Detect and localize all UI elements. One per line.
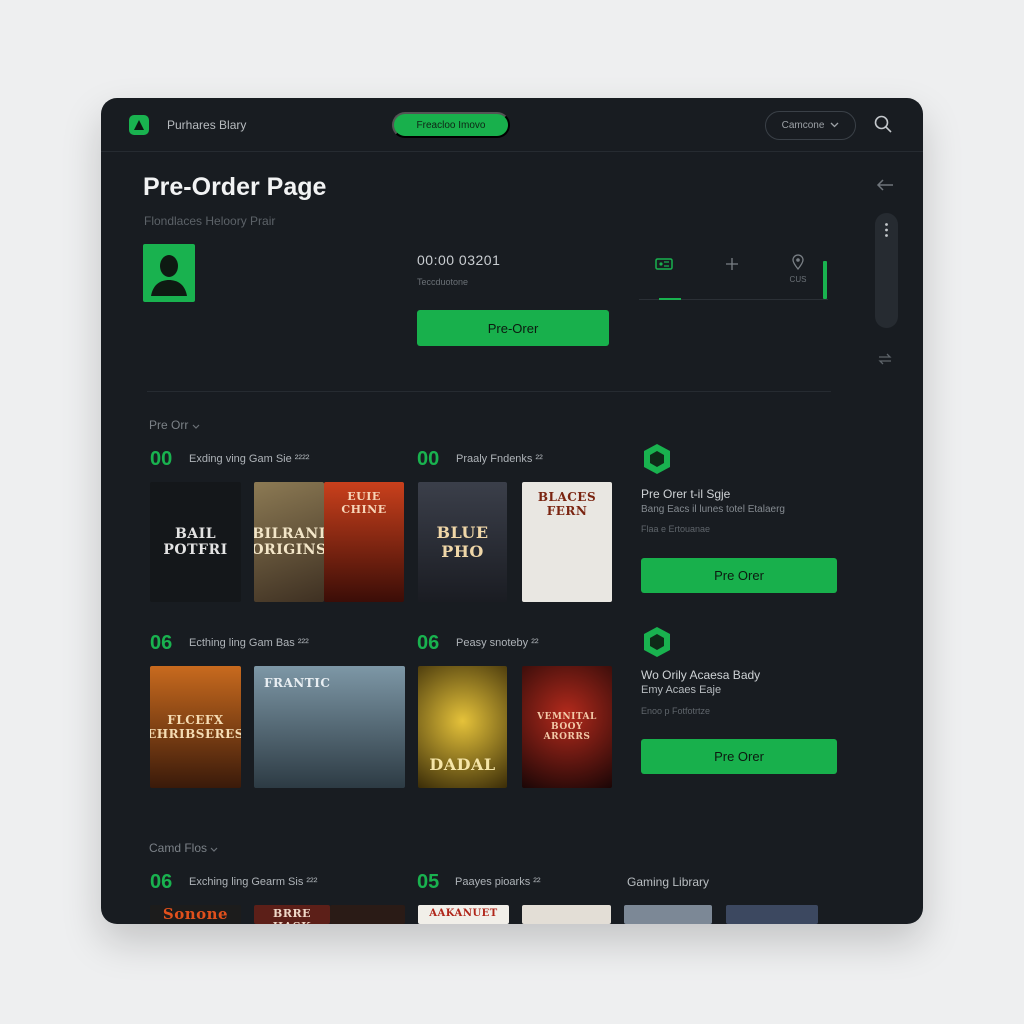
game-cover[interactable]: AAKANUET <box>418 905 509 924</box>
game-cover[interactable]: BAIL POTFRI <box>150 482 241 602</box>
game-cover[interactable]: FLCEFX EHRIBSERES <box>150 666 241 788</box>
game-cover-title: AAKANUET <box>429 908 498 919</box>
app-title: Purhares Blary <box>167 118 247 132</box>
more-vertical-icon[interactable] <box>885 223 888 237</box>
section-label-preorder[interactable]: Pre Orr <box>149 418 200 432</box>
game-cover-title: VEMNITAL BOOY ARORRS <box>537 712 597 742</box>
tab-location-label: CUS <box>789 275 807 284</box>
row-title[interactable]: Paayes pioarks ²² <box>455 876 541 888</box>
tab-accent-bar <box>823 261 827 299</box>
chevron-down-icon <box>192 418 200 432</box>
section-label-text: Pre Orr <box>149 418 189 432</box>
divider <box>147 391 831 392</box>
category-select[interactable]: Camcone <box>765 111 856 140</box>
game-cover[interactable]: BLUE PHO <box>418 482 507 602</box>
page-title: Pre-Order Page <box>143 173 327 201</box>
tab-active-indicator <box>659 298 681 300</box>
game-cover[interactable] <box>726 905 818 924</box>
game-cover-title: BLUE PHO <box>436 523 489 561</box>
preorder-button[interactable]: Pre-Orer <box>417 310 609 346</box>
swap-icon[interactable] <box>877 352 893 368</box>
game-cover-title: BILRANI ORIGINS <box>254 526 324 558</box>
row-count: 00 <box>417 448 440 470</box>
shield-badge-icon <box>640 442 674 476</box>
badge-subtitle: Emy Acaes Eaje <box>641 684 722 696</box>
countdown-label: Teccduotone <box>417 277 469 287</box>
section-label-camd[interactable]: Camd Flos <box>149 841 218 855</box>
avatar <box>143 244 195 302</box>
shield-badge-icon <box>640 625 674 659</box>
row-title[interactable]: Peasy snoteby ²² <box>456 637 539 649</box>
game-cover-title: FLCEFX EHRIBSERES <box>150 713 241 741</box>
countdown-timer: 00:00 03201 <box>417 252 501 268</box>
game-cover[interactable]: FRANTIC <box>254 666 405 788</box>
gaming-library-title[interactable]: Gaming Library <box>627 875 709 889</box>
row-count: 05 <box>417 871 440 893</box>
row-title[interactable]: Exching ling Gearm Sis ²²² <box>189 876 317 888</box>
game-cover[interactable] <box>522 905 611 924</box>
arrow-left-icon[interactable] <box>875 176 895 197</box>
game-cover-title: BAIL POTFRI <box>163 526 228 558</box>
game-cover[interactable]: BILRANI ORIGINS <box>254 482 324 602</box>
side-scrollbar[interactable] <box>875 213 898 328</box>
game-cover-title: FRANTIC <box>264 676 331 690</box>
section-label-text: Camd Flos <box>149 841 208 855</box>
tab-add[interactable] <box>713 253 751 300</box>
hero-tabs: CUS <box>639 253 828 300</box>
row-title[interactable]: Exding ving Gam Sie ²²²² <box>189 453 309 465</box>
row-count: 06 <box>417 632 440 654</box>
ticket-icon <box>655 257 673 276</box>
category-select-value: Camcone <box>781 120 825 131</box>
game-cover[interactable]: BRRE HASK <box>254 905 330 924</box>
tab-ticket[interactable] <box>645 253 683 300</box>
preorder-button[interactable]: Pre Orer <box>641 739 837 774</box>
badge-subtitle: Bang Eacs il lunes totel Etalaerg <box>641 504 785 515</box>
tab-location[interactable]: CUS <box>779 253 817 300</box>
game-cover[interactable] <box>330 905 405 924</box>
game-cover-title: Sonone <box>162 905 229 923</box>
app-window: Purhares Blary Freacloo Imovo Camcone Pr… <box>101 98 923 924</box>
game-cover[interactable]: Sonone <box>150 905 241 924</box>
game-cover[interactable]: BLACES FERN <box>522 482 612 602</box>
row-title[interactable]: Praaly Fndenks ²² <box>456 453 543 465</box>
game-cover-title: DADAL <box>429 755 496 774</box>
chevron-down-icon <box>210 841 218 855</box>
game-cover-title: EUIE CHINE <box>341 490 387 516</box>
game-cover-title: BRRE HASK <box>273 907 311 924</box>
page-subtitle: Flondlaces Heloory Prair <box>144 214 276 228</box>
row-count: 06 <box>150 871 173 893</box>
row-title[interactable]: Ecthing ling Gam Bas ²²² <box>189 637 309 649</box>
game-cover[interactable]: DADAL <box>418 666 507 788</box>
top-pill-button[interactable]: Freacloo Imovo <box>392 112 510 138</box>
badge-meta: Flaa e Ertouanae <box>641 524 711 534</box>
badge-meta: Enoo p Fotfotrtze <box>641 706 711 716</box>
game-cover-title: BLACES FERN <box>537 490 597 518</box>
row-count: 06 <box>150 632 173 654</box>
badge-title: Pre Orer t-il Sgje <box>641 487 731 501</box>
preorder-button[interactable]: Pre Orer <box>641 558 837 593</box>
top-bar: Purhares Blary Freacloo Imovo Camcone <box>101 98 923 152</box>
game-cover[interactable]: VEMNITAL BOOY ARORRS <box>522 666 612 788</box>
chevron-down-icon <box>830 120 839 131</box>
search-icon[interactable] <box>873 114 895 136</box>
game-cover[interactable] <box>624 905 712 924</box>
plus-icon <box>725 257 739 276</box>
game-cover[interactable]: EUIE CHINE <box>324 482 404 602</box>
row-count: 00 <box>150 448 173 470</box>
logo-icon[interactable] <box>129 115 149 135</box>
badge-title: Wo Orily Acaesa Bady <box>641 668 761 682</box>
location-icon <box>791 254 805 275</box>
